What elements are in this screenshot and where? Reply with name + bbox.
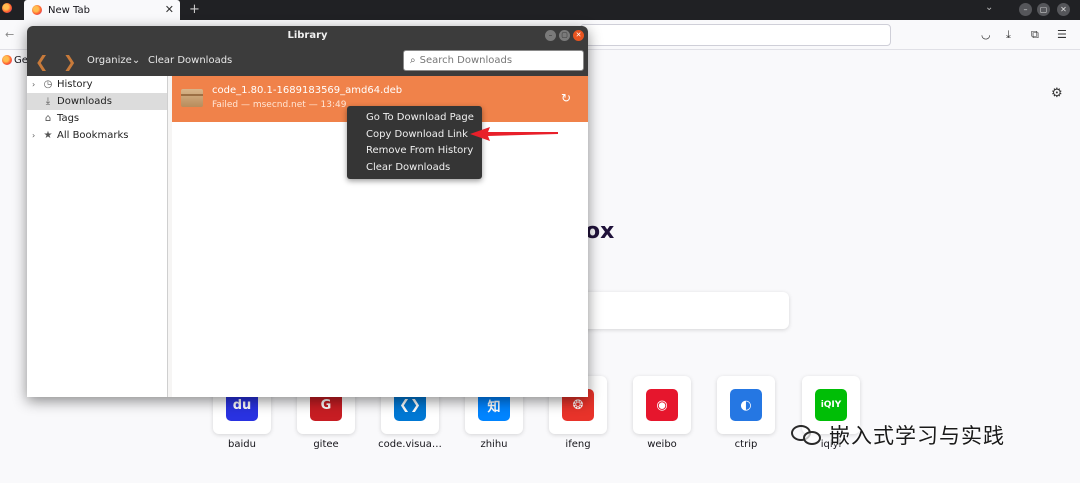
menu-item-remove-from-history[interactable]: Remove From History bbox=[347, 143, 482, 160]
clear-downloads-button[interactable]: Clear Downloads bbox=[148, 55, 232, 66]
chevron-down-icon[interactable]: ⌄ bbox=[985, 2, 993, 13]
shortcut-label[interactable]: baidu bbox=[200, 439, 284, 450]
library-toolbar: ❮ ❯ Organize⌄ Clear Downloads ⌕ bbox=[27, 46, 588, 76]
sidebar-item-downloads[interactable]: ⤓ Downloads bbox=[27, 93, 167, 110]
shortcut-label[interactable]: zhihu bbox=[452, 439, 536, 450]
brand-wordmark: ox bbox=[585, 219, 615, 244]
search-downloads-field[interactable]: ⌕ bbox=[403, 50, 584, 71]
chevron-down-icon: ⌄ bbox=[131, 55, 141, 66]
search-input[interactable] bbox=[419, 55, 570, 66]
extensions-icon[interactable]: ⧉ bbox=[1031, 28, 1039, 42]
chevron-right-icon[interactable]: › bbox=[32, 80, 42, 89]
library-titlebar[interactable]: Library – ▢ ✕ bbox=[27, 26, 588, 46]
star-icon: ★ bbox=[43, 130, 53, 141]
downloads-icon[interactable]: ⤓ bbox=[1006, 28, 1011, 42]
browser-tab-bar: New Tab ✕ + ⌄ – ▢ ✕ bbox=[0, 0, 1080, 20]
shortcut-tile-5[interactable]: ◉ bbox=[633, 376, 691, 434]
shortcut-label[interactable]: ifeng bbox=[536, 439, 620, 450]
sidebar-item-label: All Bookmarks bbox=[57, 130, 129, 141]
url-bar[interactable] bbox=[580, 24, 891, 46]
shortcut-label[interactable]: gitee bbox=[284, 439, 368, 450]
tab-new-tab[interactable]: New Tab ✕ bbox=[24, 0, 180, 20]
gear-icon[interactable]: ⚙ bbox=[1051, 86, 1063, 101]
download-filename: code_1.80.1-1689183569_amd64.deb bbox=[212, 85, 403, 96]
pocket-icon[interactable]: ◡ bbox=[981, 28, 991, 41]
shortcut-label[interactable]: code.visua… bbox=[368, 439, 452, 450]
new-tab-plus-icon[interactable]: + bbox=[189, 0, 200, 20]
firefox-icon bbox=[2, 55, 12, 65]
chevron-right-icon[interactable]: › bbox=[32, 131, 42, 140]
shortcut-label[interactable]: ctrip bbox=[704, 439, 788, 450]
maximize-icon[interactable]: ▢ bbox=[1037, 3, 1050, 16]
menu-item-clear-downloads[interactable]: Clear Downloads bbox=[347, 160, 482, 177]
search-icon: ⌕ bbox=[410, 55, 416, 66]
close-window-icon[interactable]: ✕ bbox=[573, 30, 584, 41]
sidebar-item-label: History bbox=[57, 79, 93, 90]
download-status: Failed — msecnd.net — 13:49 bbox=[212, 100, 347, 110]
shortcut-logo-icon: ◐ bbox=[730, 389, 762, 421]
wechat-icon bbox=[789, 421, 823, 449]
organize-label: Organize bbox=[87, 55, 132, 66]
bookmark-label: Ge bbox=[14, 54, 28, 66]
menu-item-copy-download-link[interactable]: Copy Download Link bbox=[347, 127, 482, 144]
minimize-icon[interactable]: – bbox=[545, 30, 556, 41]
maximize-icon[interactable]: ▢ bbox=[559, 30, 570, 41]
close-window-icon[interactable]: ✕ bbox=[1057, 3, 1070, 16]
library-window: Library – ▢ ✕ ❮ ❯ Organize⌄ Clear Downlo… bbox=[27, 26, 588, 397]
menu-hamburger-icon[interactable]: ☰ bbox=[1057, 28, 1067, 41]
shortcut-logo-icon: ◉ bbox=[646, 389, 678, 421]
bookmark-item[interactable]: Ge bbox=[0, 51, 30, 69]
organize-menu-button[interactable]: Organize⌄ bbox=[87, 55, 140, 66]
minimize-icon[interactable]: – bbox=[1019, 3, 1032, 16]
watermark-text: 嵌入式学习与实践 bbox=[829, 424, 1005, 448]
tag-icon: ⌂ bbox=[44, 113, 52, 124]
back-arrow-icon[interactable]: ← bbox=[5, 28, 14, 41]
shortcut-logo-icon: iQIY bbox=[815, 389, 847, 421]
menu-item-go-to-download-page[interactable]: Go To Download Page bbox=[347, 110, 482, 127]
download-icon: ⤓ bbox=[45, 96, 51, 107]
context-menu: Go To Download Page Copy Download Link R… bbox=[347, 106, 482, 179]
library-sidebar: › ◷ History ⤓ Downloads ⌂ Tags › ★ All B… bbox=[27, 76, 168, 397]
back-arrow-icon[interactable]: ❮ bbox=[35, 52, 48, 71]
retry-icon[interactable]: ↻ bbox=[561, 91, 571, 105]
sidebar-item-tags[interactable]: ⌂ Tags bbox=[27, 110, 167, 127]
watermark: 嵌入式学习与实践 bbox=[789, 420, 1005, 450]
sidebar-item-all-bookmarks[interactable]: › ★ All Bookmarks bbox=[27, 127, 167, 144]
newtab-search-box[interactable] bbox=[560, 292, 789, 329]
shortcut-label[interactable]: weibo bbox=[620, 439, 704, 450]
sidebar-item-label: Tags bbox=[57, 113, 80, 124]
tab-label: New Tab bbox=[48, 4, 90, 16]
shortcut-tile-6[interactable]: ◐ bbox=[717, 376, 775, 434]
package-icon bbox=[181, 89, 203, 107]
red-arrow-annotation bbox=[470, 127, 558, 141]
forward-arrow-icon[interactable]: ❯ bbox=[63, 52, 76, 71]
close-tab-icon[interactable]: ✕ bbox=[165, 3, 174, 16]
sidebar-item-label: Downloads bbox=[57, 96, 112, 107]
sidebar-item-history[interactable]: › ◷ History bbox=[27, 76, 167, 93]
library-title: Library bbox=[287, 30, 328, 41]
clock-icon: ◷ bbox=[43, 79, 53, 90]
firefox-icon bbox=[32, 5, 42, 15]
firefox-icon bbox=[2, 3, 12, 13]
